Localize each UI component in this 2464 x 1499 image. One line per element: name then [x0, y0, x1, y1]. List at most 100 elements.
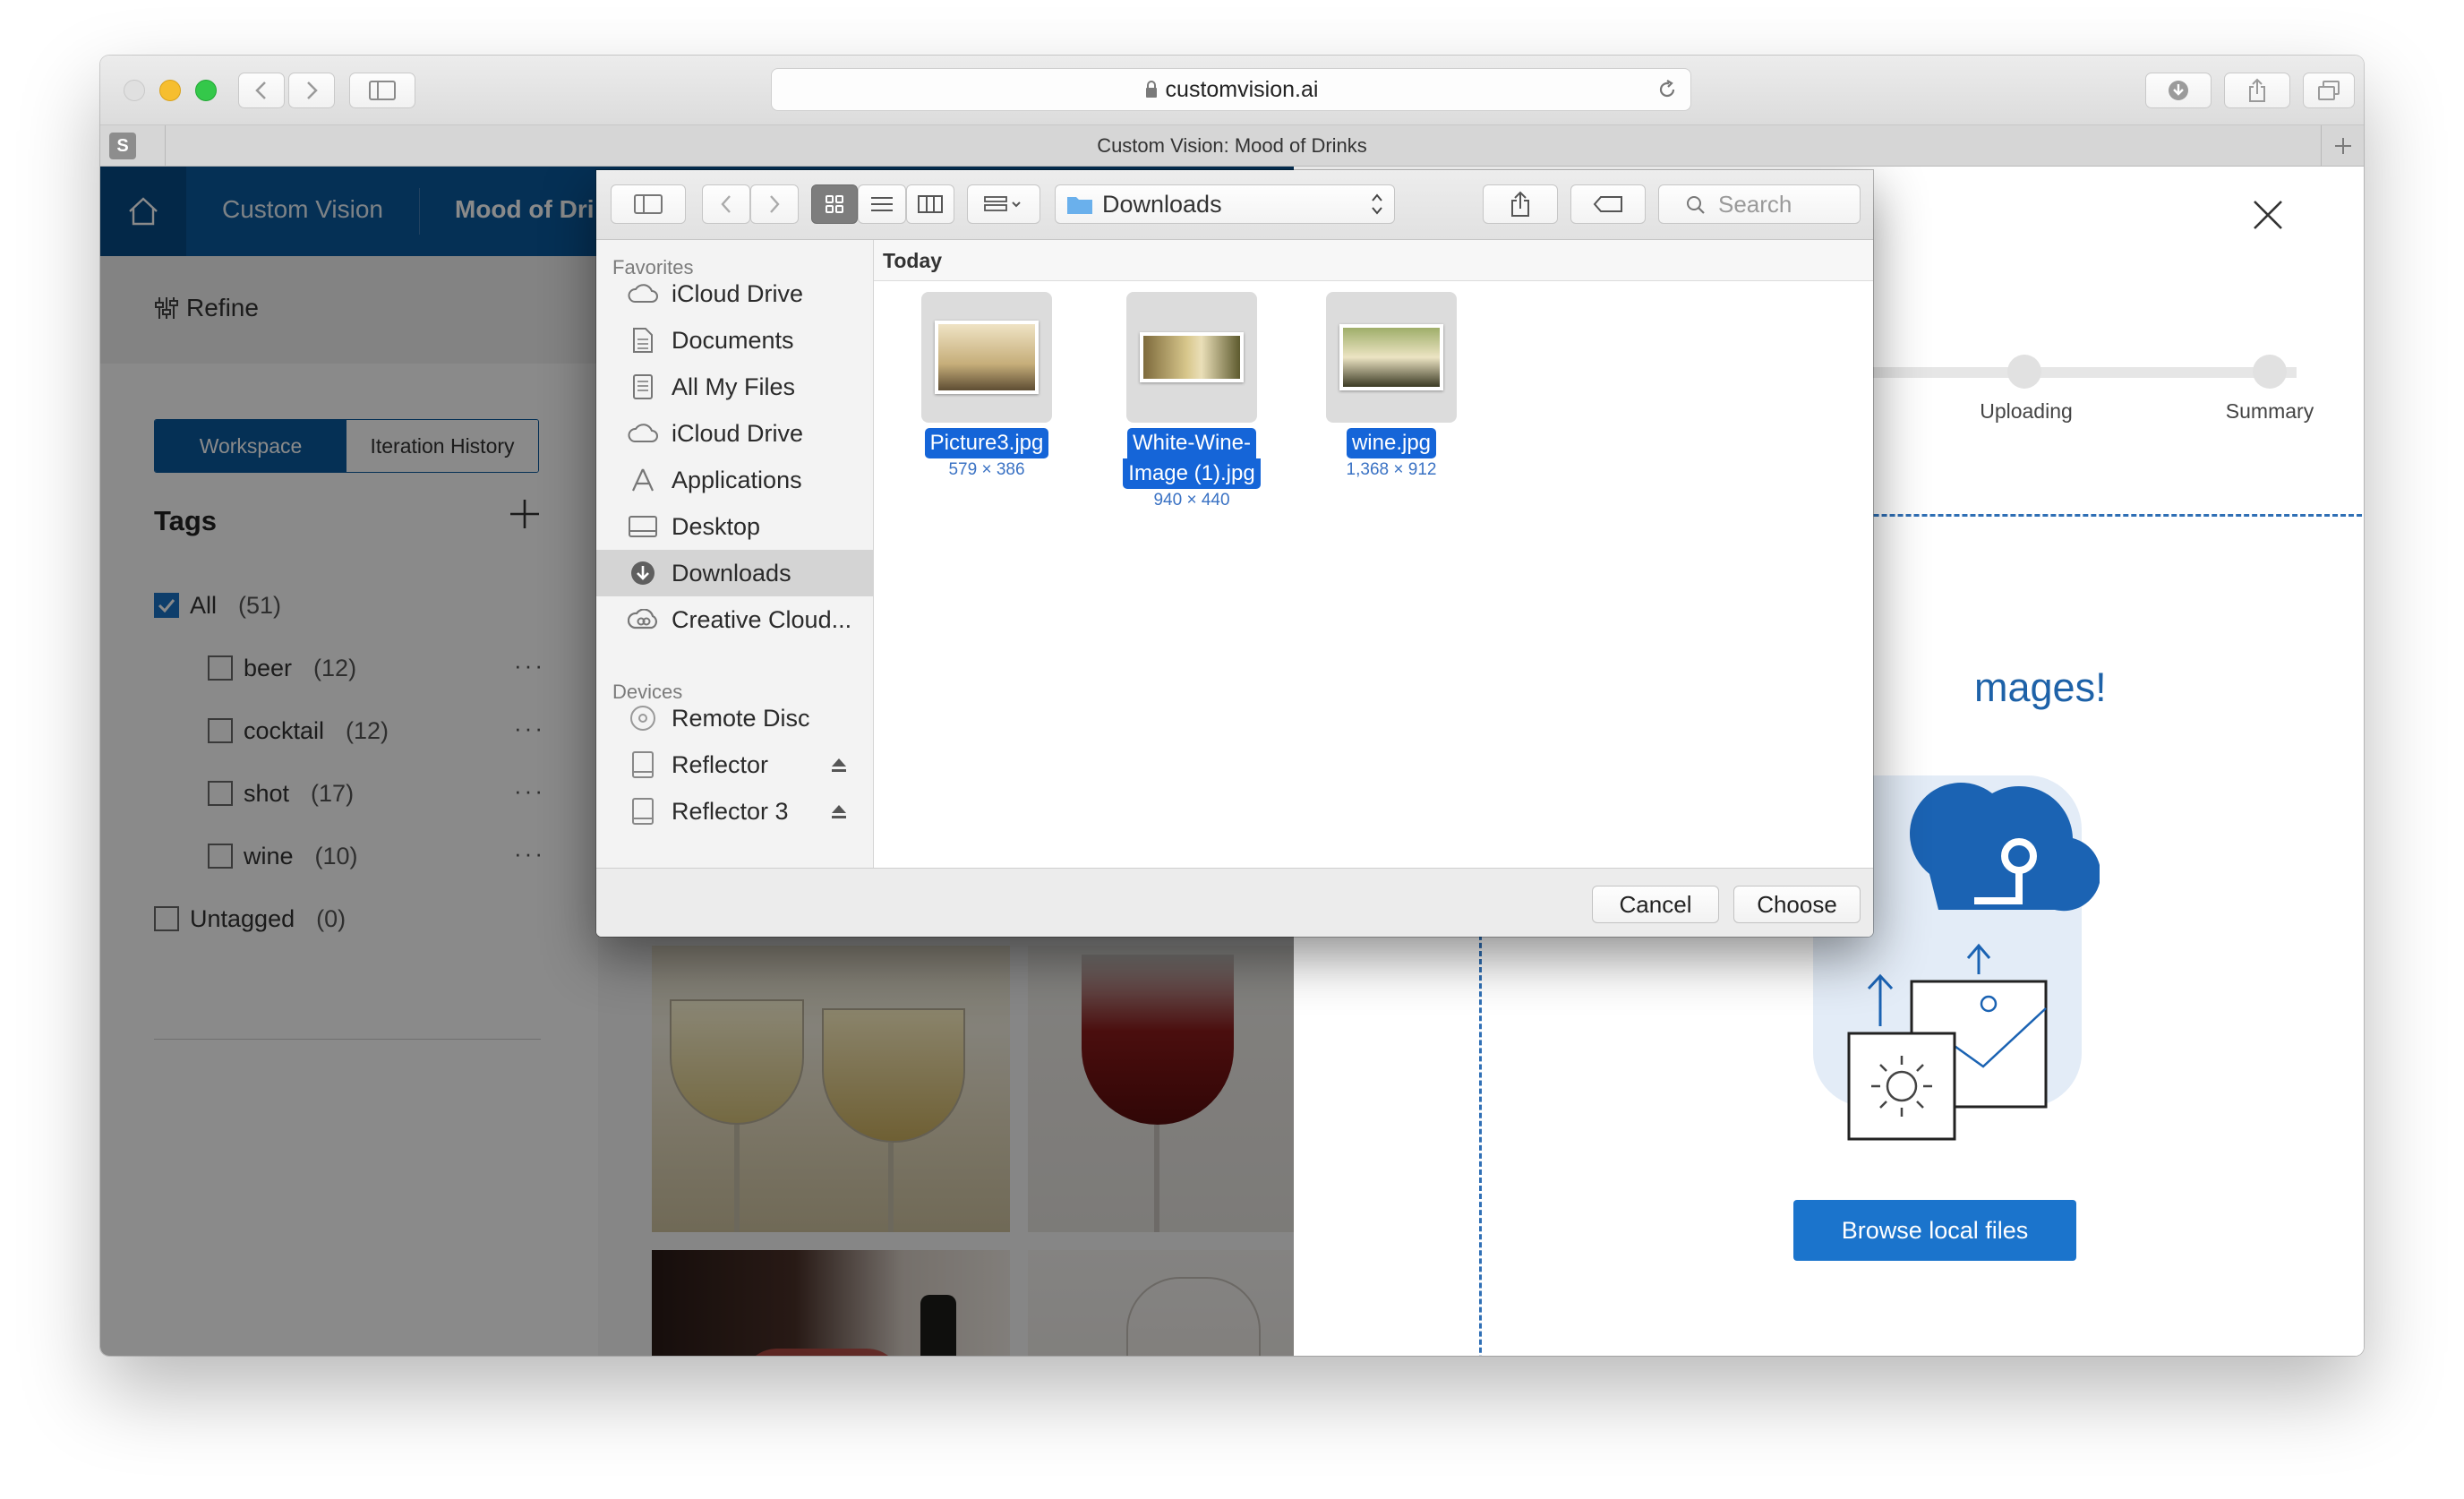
- group-view-dropdown[interactable]: [967, 184, 1040, 224]
- cloud-icon: [628, 284, 658, 303]
- cancel-button[interactable]: Cancel: [1592, 886, 1719, 923]
- drop-zone-heading: mages!: [1974, 664, 2107, 710]
- column-view-button[interactable]: [906, 184, 954, 224]
- document-icon: [633, 328, 653, 353]
- file-item-white-wine-image[interactable]: White-Wine- Image (1).jpg 940 × 440: [1116, 292, 1268, 510]
- file-browser: Today Picture3.jpg 579 × 386 White-Wine-…: [874, 240, 1873, 868]
- download-circle-icon: [631, 561, 654, 585]
- sidebar-item-label: Applications: [672, 466, 802, 493]
- url-text: customvision.ai: [1165, 76, 1319, 102]
- browser-toolbar: customvision.ai: [100, 56, 2364, 125]
- desktop-icon: [629, 516, 657, 537]
- chevron-right-icon: [770, 195, 780, 213]
- tag-icon: [1593, 196, 1622, 212]
- drive-icon: [632, 751, 654, 778]
- chevron-left-icon: [255, 81, 266, 99]
- close-icon: [2254, 201, 2282, 229]
- list-view-button[interactable]: [858, 184, 906, 224]
- sidebar-item-reflector[interactable]: Reflector: [596, 741, 873, 788]
- sidebar-item-remote-disc[interactable]: Remote Disc: [596, 695, 873, 741]
- step-dot: [2253, 355, 2287, 389]
- new-tab-button[interactable]: [2321, 125, 2364, 167]
- dialog-sidebar: Favorites iCloud Drive Documents All My …: [596, 240, 874, 868]
- forward-button[interactable]: [288, 73, 335, 108]
- file-name-line-1: White-Wine-: [1126, 428, 1256, 458]
- stepper: [2055, 369, 2073, 370]
- browse-local-files-button[interactable]: Browse local files: [1793, 1200, 2076, 1261]
- dialog-forward-button[interactable]: [750, 184, 799, 224]
- sidebar-item-documents[interactable]: Documents: [596, 317, 873, 364]
- dialog-footer: Cancel Choose: [596, 868, 1873, 937]
- dialog-back-button[interactable]: [702, 184, 750, 224]
- tabs-overview-button[interactable]: [2303, 73, 2355, 108]
- sidebar-item-creative-cloud[interactable]: Creative Cloud...: [596, 596, 873, 643]
- minimize-window-button[interactable]: [159, 80, 181, 101]
- sidebar-item-all-my-files[interactable]: All My Files: [596, 364, 873, 410]
- tabs-icon: [2318, 81, 2340, 100]
- sidebar-item-label: Reflector 3: [672, 797, 789, 825]
- share-icon: [1511, 191, 1529, 217]
- sidebar-item-label: Creative Cloud...: [672, 605, 852, 633]
- image-preview: [935, 321, 1039, 394]
- share-icon: [2249, 78, 2265, 102]
- close-panel-button[interactable]: [2252, 199, 2284, 231]
- location-label: Downloads: [1102, 190, 1222, 218]
- group-icon: [984, 196, 1021, 211]
- sidebar-item-desktop[interactable]: Desktop: [596, 503, 873, 550]
- step-dot: [2007, 355, 2041, 389]
- grid-icon: [826, 195, 843, 213]
- location-popup[interactable]: Downloads: [1055, 184, 1395, 224]
- sidebar-item-label: Reflector: [672, 750, 769, 778]
- downloads-button[interactable]: [2145, 73, 2212, 108]
- close-window-button[interactable]: [124, 80, 145, 101]
- reload-icon[interactable]: [1656, 79, 1678, 100]
- sidebar-item-label: Desktop: [672, 512, 761, 540]
- sidebar-icon: [369, 81, 396, 100]
- chevron-right-icon: [307, 81, 318, 99]
- dialog-share-button[interactable]: [1483, 184, 1558, 224]
- step-summary: Summary: [2225, 399, 2314, 423]
- file-name: Picture3.jpg: [924, 428, 1049, 458]
- folder-icon: [1067, 197, 1092, 214]
- creative-cloud-icon: [628, 609, 658, 630]
- web-page: Custom Vision Mood of Dri Refine Workspa…: [100, 167, 2364, 1356]
- sidebar-item-label: iCloud Drive: [672, 279, 804, 307]
- image-preview: [1140, 332, 1244, 382]
- sidebar-item-downloads[interactable]: Downloads: [596, 550, 873, 596]
- sidebar-item-icloud-drive-2[interactable]: iCloud Drive: [596, 410, 873, 457]
- applications-icon: [632, 468, 654, 492]
- share-button[interactable]: [2224, 73, 2290, 108]
- active-tab-title[interactable]: Custom Vision: Mood of Drinks: [100, 125, 2364, 167]
- dialog-tag-button[interactable]: [1570, 184, 1646, 224]
- address-bar[interactable]: customvision.ai: [771, 68, 1691, 111]
- choose-button[interactable]: Choose: [1733, 886, 1861, 923]
- eject-icon[interactable]: [830, 756, 848, 774]
- file-item-wine[interactable]: wine.jpg 1,368 × 912: [1320, 292, 1463, 480]
- updown-chevron-icon: [1372, 193, 1382, 215]
- list-icon: [871, 197, 893, 211]
- sidebar-item-label: iCloud Drive: [672, 419, 804, 447]
- sidebar-item-label: Documents: [672, 326, 794, 354]
- dialog-toolbar: Downloads Search: [596, 170, 1873, 240]
- eject-icon[interactable]: [830, 802, 848, 820]
- back-button[interactable]: [238, 73, 285, 108]
- disc-icon: [630, 706, 655, 731]
- dialog-sidebar-toggle[interactable]: [611, 184, 686, 224]
- search-placeholder: Search: [1718, 190, 1792, 218]
- lock-icon: [1145, 81, 1157, 98]
- file-item-picture3[interactable]: Picture3.jpg 579 × 386: [915, 292, 1058, 480]
- zoom-window-button[interactable]: [195, 80, 217, 101]
- file-name: wine.jpg: [1346, 428, 1437, 458]
- sidebar-item-applications[interactable]: Applications: [596, 457, 873, 503]
- sidebar-item-reflector-3[interactable]: Reflector 3: [596, 788, 873, 835]
- image-preview: [1339, 324, 1443, 390]
- sidebar-item-label: All My Files: [672, 373, 796, 400]
- cloud-icon: [628, 424, 658, 442]
- file-dimensions: 1,368 × 912: [1346, 460, 1437, 479]
- icon-view-button[interactable]: [811, 184, 858, 224]
- sidebar-toggle-button[interactable]: [349, 73, 415, 108]
- sidebar-item-icloud-drive[interactable]: iCloud Drive: [596, 270, 873, 317]
- dialog-search-field[interactable]: Search: [1658, 184, 1861, 224]
- file-open-dialog: Downloads Search Favorites iCloud Drive …: [596, 170, 1873, 937]
- download-icon: [2169, 81, 2188, 100]
